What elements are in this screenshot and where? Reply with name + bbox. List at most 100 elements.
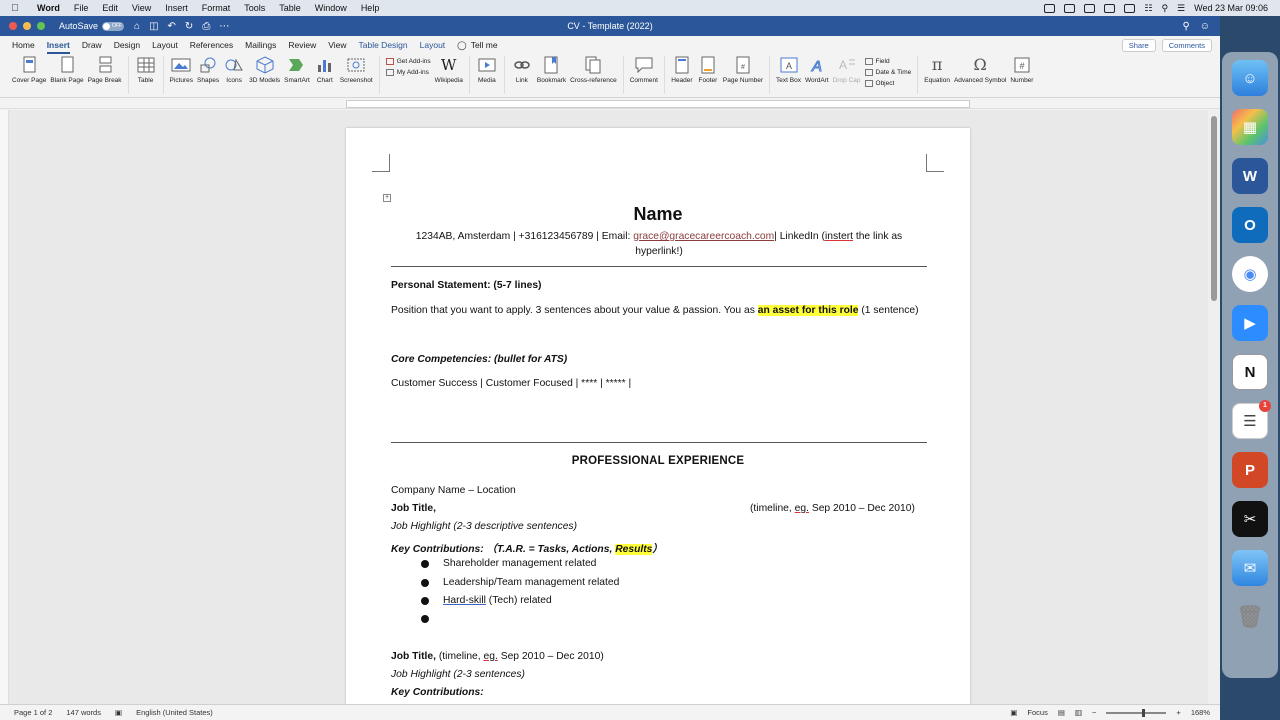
scrollbar-thumb[interactable] — [1211, 116, 1217, 301]
zoom-icon[interactable]: ▶ — [1232, 305, 1268, 341]
zoom-out-icon[interactable]: − — [1092, 708, 1096, 717]
finder-icon[interactable]: ☺ — [1232, 60, 1268, 96]
cover-page-button[interactable]: Cover Page — [12, 56, 46, 84]
link-button[interactable]: Link — [511, 56, 533, 84]
account-icon[interactable]: ☺ — [1200, 21, 1210, 32]
timeline-1[interactable]: (timeline, eg. Sep 2010 – Dec 2010) — [750, 503, 915, 514]
tab-home[interactable]: Home — [6, 36, 41, 54]
trash-icon[interactable]: 🗑 — [1232, 599, 1268, 635]
email-link[interactable]: grace@gracecareercoach.com — [633, 231, 774, 242]
notion-icon[interactable]: N — [1232, 354, 1268, 390]
advanced-symbol-button[interactable]: Ω Advanced Symbol — [954, 56, 1006, 85]
tab-table-layout[interactable]: Layout — [414, 36, 452, 54]
horizontal-ruler[interactable] — [0, 98, 1220, 109]
spotlight-search-icon[interactable]: ⚲ — [1161, 3, 1168, 14]
tab-insert[interactable]: Insert — [41, 36, 76, 54]
shapes-button[interactable]: Shapes — [197, 56, 219, 84]
menu-tools[interactable]: Tools — [237, 3, 272, 13]
capcut-icon[interactable]: ✂ — [1232, 501, 1268, 537]
print-layout-icon[interactable]: ▤ — [1058, 708, 1065, 717]
redo-icon[interactable]: ↻ — [185, 21, 193, 32]
status-app-icon[interactable] — [1084, 3, 1096, 13]
job-title-2-line[interactable]: Job Title, (timeline, eg. Sep 2010 – Dec… — [391, 651, 604, 662]
smartart-button[interactable]: SmartArt — [284, 56, 310, 84]
page-number-button[interactable]: # Page Number — [723, 56, 763, 84]
tab-mailings[interactable]: Mailings — [239, 36, 282, 54]
proofing-icon[interactable]: ▣ — [115, 708, 122, 717]
bullet-item-3[interactable]: Hard-skill (Tech) related — [443, 595, 552, 606]
core-competencies-heading[interactable]: Core Competencies: (bullet for ATS) — [391, 354, 567, 365]
zoom-level[interactable]: 168% — [1191, 708, 1210, 717]
date-time-button[interactable]: Date & Time — [864, 69, 911, 76]
job-highlight-1[interactable]: Job Highlight (2-3 descriptive sentences… — [391, 521, 577, 532]
table-button[interactable]: Table — [135, 56, 157, 84]
focus-button[interactable]: Focus — [1027, 708, 1047, 717]
web-layout-icon[interactable]: ▥ — [1075, 708, 1082, 717]
apple-menu-icon[interactable]:  — [0, 3, 30, 14]
powerpoint-icon[interactable]: P — [1232, 452, 1268, 488]
comments-button[interactable]: Comments — [1161, 38, 1212, 52]
focus-icon[interactable]: ▣ — [1010, 708, 1017, 717]
equation-button[interactable]: π Equation — [924, 56, 950, 85]
vertical-ruler[interactable] — [0, 110, 9, 710]
home-icon[interactable]: ⌂ — [134, 21, 140, 32]
tab-references[interactable]: References — [184, 36, 239, 54]
wifi-icon[interactable]: ☷ — [1144, 3, 1152, 14]
reminders-icon[interactable]: ☰ 1 — [1232, 400, 1271, 439]
chrome-icon[interactable]: ◉ — [1232, 256, 1268, 292]
bullet-item-2[interactable]: Leadership/Team management related — [443, 577, 619, 588]
share-button[interactable]: Share — [1121, 38, 1156, 52]
language[interactable]: English (United States) — [136, 708, 213, 717]
text-box-button[interactable]: A Text Box — [776, 56, 801, 84]
icons-button[interactable]: Icons — [223, 56, 245, 84]
print-icon[interactable]: ⎙ — [202, 21, 210, 32]
table-move-handle-icon[interactable]: + — [383, 194, 391, 202]
cv-name-heading[interactable]: Name — [346, 204, 970, 225]
vertical-scrollbar[interactable] — [1208, 110, 1220, 710]
wikipedia-button[interactable]: W Wikipedia — [435, 56, 463, 84]
page-count[interactable]: Page 1 of 2 — [14, 708, 52, 717]
personal-statement-text[interactable]: Position that you want to apply. 3 sente… — [391, 305, 919, 316]
autosave-toggle[interactable]: OFF — [102, 21, 125, 31]
page-break-button[interactable]: Page Break — [88, 56, 122, 84]
undo-icon[interactable]: ↶ — [168, 21, 176, 32]
company-line[interactable]: Company Name – Location — [391, 485, 516, 496]
comment-button[interactable]: Comment — [630, 56, 658, 84]
pictures-button[interactable]: Pictures — [170, 56, 193, 84]
tab-draw[interactable]: Draw — [76, 36, 108, 54]
dropbox-icon[interactable] — [1044, 3, 1056, 13]
tab-review[interactable]: Review — [282, 36, 322, 54]
personal-statement-heading[interactable]: Personal Statement: (5-7 lines) — [391, 280, 542, 291]
menu-edit[interactable]: Edit — [95, 3, 125, 13]
clock[interactable]: Wed 23 Mar 09:06 — [1194, 3, 1268, 13]
document-page[interactable]: + Name 1234AB, Amsterdam | +316123456789… — [346, 128, 970, 710]
tab-layout[interactable]: Layout — [146, 36, 184, 54]
3d-models-button[interactable]: 3D Models — [249, 56, 280, 84]
outlook-icon[interactable]: O — [1232, 207, 1268, 243]
cross-reference-button[interactable]: Cross-reference — [570, 56, 617, 84]
core-competencies-list[interactable]: Customer Success | Customer Focused | **… — [391, 378, 631, 389]
tab-view[interactable]: View — [322, 36, 352, 54]
battery-icon[interactable] — [1124, 3, 1136, 13]
get-addins-button[interactable]: Get Add-ins — [385, 58, 431, 65]
menu-file[interactable]: File — [67, 3, 96, 13]
menu-view[interactable]: View — [125, 3, 158, 13]
header-button[interactable]: Header — [671, 56, 693, 84]
number-button[interactable]: # Number — [1010, 56, 1033, 84]
job-highlight-2[interactable]: Job Highlight (2-3 sentences) — [391, 669, 525, 680]
minimize-window-button[interactable] — [23, 22, 31, 30]
launchpad-icon[interactable]: ▦ — [1232, 109, 1268, 145]
more-icon[interactable]: ⋯ — [219, 21, 229, 32]
save-icon[interactable]: ◫ — [149, 21, 158, 32]
autosave-control[interactable]: AutoSave OFF — [59, 21, 125, 31]
chart-button[interactable]: Chart — [314, 56, 336, 84]
screenshot-button[interactable]: Screenshot — [340, 56, 373, 84]
mail-icon[interactable]: ✉ — [1232, 550, 1268, 586]
menu-table[interactable]: Table — [272, 3, 308, 13]
screen-mirror-icon[interactable] — [1064, 3, 1076, 13]
bullet-item-1[interactable]: Shareholder management related — [443, 558, 596, 569]
footer-button[interactable]: Footer — [697, 56, 719, 84]
zoom-in-icon[interactable]: + — [1176, 708, 1180, 717]
zoom-window-button[interactable] — [37, 22, 45, 30]
word-icon[interactable]: W — [1232, 158, 1268, 194]
